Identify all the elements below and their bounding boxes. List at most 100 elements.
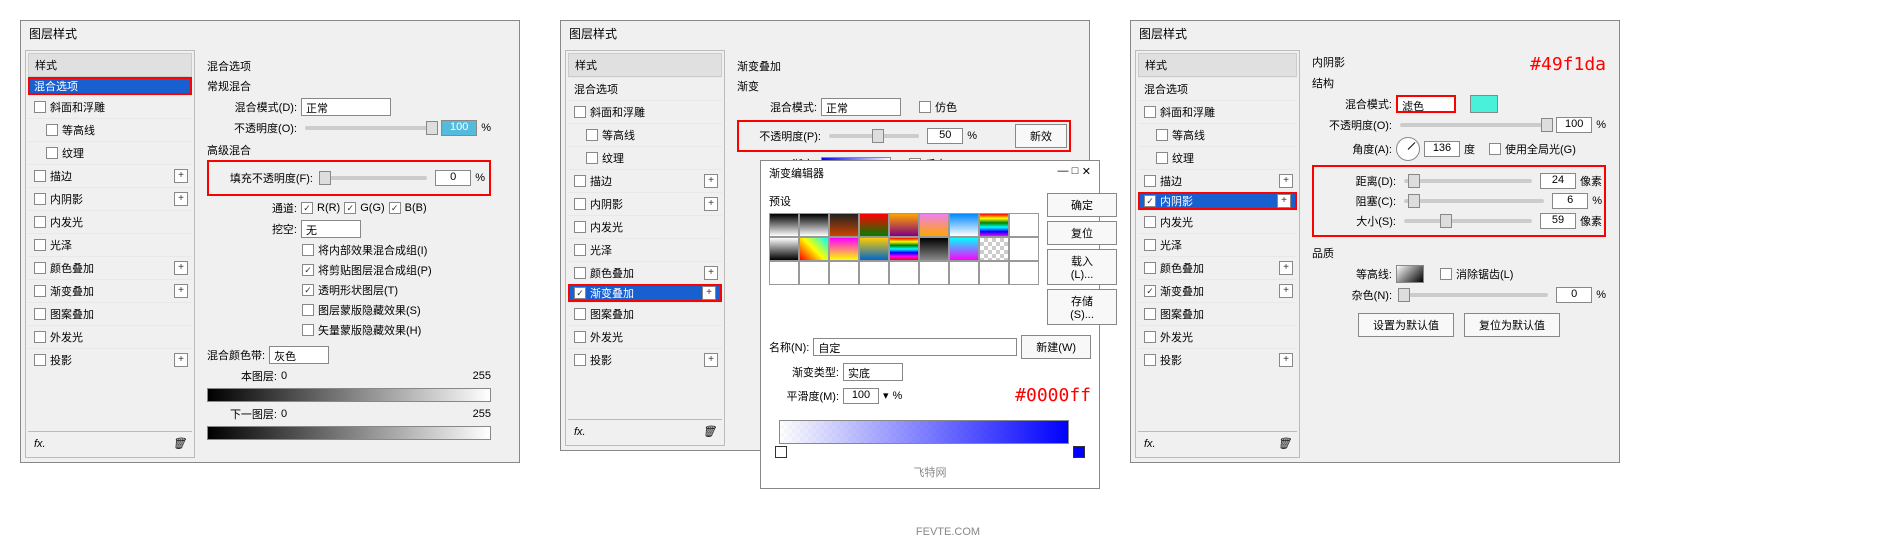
opacity-slider[interactable] bbox=[829, 134, 919, 138]
checkbox[interactable] bbox=[34, 170, 46, 182]
sidebar-item-satin[interactable]: 光泽 bbox=[1138, 233, 1297, 256]
close-icon[interactable]: ✕ bbox=[1082, 165, 1091, 181]
opacity-input[interactable]: 100 bbox=[441, 120, 477, 136]
maximize-icon[interactable]: □ bbox=[1072, 165, 1079, 181]
sidebar-item-pattern-overlay[interactable]: 图案叠加 bbox=[568, 302, 722, 325]
checkbox[interactable] bbox=[34, 239, 46, 251]
dither-checkbox[interactable] bbox=[919, 101, 931, 113]
trash-icon[interactable]: 🗑 bbox=[172, 437, 186, 450]
sidebar-item-outer-glow[interactable]: 外发光 bbox=[28, 325, 192, 348]
trash-icon[interactable]: 🗑 bbox=[702, 425, 716, 438]
checkbox[interactable] bbox=[34, 308, 46, 320]
global-light-checkbox[interactable] bbox=[1489, 143, 1501, 155]
sidebar-item-stroke[interactable]: 描边+ bbox=[28, 164, 192, 187]
sidebar-item-gradient-overlay[interactable]: 渐变叠加+ bbox=[28, 279, 192, 302]
sidebar-item-blend-options[interactable]: 混合选项 bbox=[28, 77, 192, 95]
sidebar-item-outer-glow[interactable]: 外发光 bbox=[1138, 325, 1297, 348]
color-swatch[interactable] bbox=[1470, 95, 1498, 113]
angle-input[interactable]: 136 bbox=[1424, 141, 1460, 157]
preset-grid[interactable] bbox=[769, 213, 1039, 285]
add-icon[interactable]: + bbox=[174, 353, 188, 367]
opacity-input[interactable]: 100 bbox=[1556, 117, 1592, 133]
b-checkbox[interactable] bbox=[389, 202, 401, 214]
checkbox[interactable] bbox=[46, 147, 58, 159]
sidebar-item-inner-shadow[interactable]: 内阴影+ bbox=[1138, 192, 1297, 210]
sidebar-item-drop-shadow[interactable]: 投影+ bbox=[568, 348, 722, 371]
sidebar-item-contour[interactable]: 等高线 bbox=[28, 118, 192, 141]
add-icon[interactable]: + bbox=[174, 192, 188, 206]
sidebar-item-texture[interactable]: 纹理 bbox=[568, 146, 722, 169]
fx-icon[interactable]: fx. bbox=[1144, 438, 1156, 450]
new-effect-button[interactable]: 新效 bbox=[1015, 124, 1067, 148]
sidebar-item-bevel[interactable]: 斜面和浮雕 bbox=[568, 100, 722, 123]
checkbox[interactable] bbox=[34, 331, 46, 343]
antialias-checkbox[interactable] bbox=[1440, 268, 1452, 280]
gradient-bar[interactable] bbox=[779, 420, 1069, 444]
sidebar-item-drop-shadow[interactable]: 投影+ bbox=[1138, 348, 1297, 371]
checkbox[interactable] bbox=[34, 216, 46, 228]
sidebar-item-gradient-overlay[interactable]: 渐变叠加+ bbox=[1138, 279, 1297, 302]
noise-input[interactable]: 0 bbox=[1556, 287, 1592, 303]
sidebar-item-outer-glow[interactable]: 外发光 bbox=[568, 325, 722, 348]
sidebar-item-color-overlay[interactable]: 颜色叠加+ bbox=[568, 261, 722, 284]
blend-mode-select[interactable]: 正常 bbox=[821, 98, 901, 116]
blend-mode-select[interactable]: 滤色 bbox=[1396, 95, 1456, 113]
sidebar-item-contour[interactable]: 等高线 bbox=[568, 123, 722, 146]
choke-input[interactable]: 6 bbox=[1552, 193, 1588, 209]
checkbox[interactable] bbox=[34, 101, 46, 113]
opacity-slider[interactable] bbox=[1400, 123, 1548, 127]
sidebar-item-drop-shadow[interactable]: 投影+ bbox=[28, 348, 192, 371]
opacity-slider[interactable] bbox=[305, 126, 433, 130]
smooth-input[interactable]: 100 bbox=[843, 388, 879, 404]
fill-opacity-input[interactable]: 0 bbox=[435, 170, 471, 186]
blend-if-select[interactable]: 灰色 bbox=[269, 346, 329, 364]
sidebar-item-bevel[interactable]: 斜面和浮雕 bbox=[28, 95, 192, 118]
sidebar-item-color-overlay[interactable]: 颜色叠加+ bbox=[28, 256, 192, 279]
opacity-input[interactable]: 50 bbox=[927, 128, 963, 144]
cancel-button[interactable]: 复位 bbox=[1047, 221, 1117, 245]
checkbox[interactable] bbox=[34, 262, 46, 274]
gradient-type-select[interactable]: 实底 bbox=[843, 363, 903, 381]
sidebar-item-texture[interactable]: 纹理 bbox=[28, 141, 192, 164]
distance-slider[interactable] bbox=[1404, 179, 1532, 183]
ok-button[interactable]: 确定 bbox=[1047, 193, 1117, 217]
blend-mode-select[interactable]: 正常 bbox=[301, 98, 391, 116]
sidebar-item-satin[interactable]: 光泽 bbox=[568, 238, 722, 261]
gradient-stop-right[interactable] bbox=[1073, 446, 1085, 458]
load-button[interactable]: 载入(L)... bbox=[1047, 249, 1117, 285]
save-button[interactable]: 存储(S)... bbox=[1047, 289, 1117, 325]
sidebar-item-blend-options[interactable]: 混合选项 bbox=[1138, 77, 1297, 100]
reset-default-button[interactable]: 复位为默认值 bbox=[1464, 313, 1560, 337]
sidebar-item-pattern-overlay[interactable]: 图案叠加 bbox=[1138, 302, 1297, 325]
gradient-stop-left[interactable] bbox=[775, 446, 787, 458]
choke-slider[interactable] bbox=[1404, 199, 1544, 203]
fx-icon[interactable]: fx. bbox=[574, 426, 586, 438]
sidebar-item-inner-glow[interactable]: 内发光 bbox=[28, 210, 192, 233]
sidebar-item-texture[interactable]: 纹理 bbox=[1138, 146, 1297, 169]
noise-slider[interactable] bbox=[1400, 293, 1548, 297]
add-icon[interactable]: + bbox=[174, 261, 188, 275]
sidebar-item-inner-shadow[interactable]: 内阴影+ bbox=[568, 192, 722, 215]
minimize-icon[interactable]: — bbox=[1057, 165, 1068, 181]
contour-picker[interactable] bbox=[1396, 265, 1424, 283]
sidebar-item-satin[interactable]: 光泽 bbox=[28, 233, 192, 256]
angle-dial[interactable] bbox=[1396, 137, 1420, 161]
add-icon[interactable]: + bbox=[174, 284, 188, 298]
sidebar-item-inner-glow[interactable]: 内发光 bbox=[568, 215, 722, 238]
sidebar-item-gradient-overlay[interactable]: 渐变叠加+ bbox=[568, 284, 722, 302]
this-layer-gradient[interactable] bbox=[207, 388, 491, 402]
checkbox[interactable] bbox=[34, 354, 46, 366]
sidebar-item-inner-shadow[interactable]: 内阴影+ bbox=[28, 187, 192, 210]
sidebar-item-blend-options[interactable]: 混合选项 bbox=[568, 77, 722, 100]
trash-icon[interactable]: 🗑 bbox=[1277, 437, 1291, 450]
sidebar-item-stroke[interactable]: 描边+ bbox=[568, 169, 722, 192]
name-input[interactable]: 自定 bbox=[813, 338, 1017, 356]
fx-icon[interactable]: fx. bbox=[34, 438, 46, 450]
size-slider[interactable] bbox=[1404, 219, 1532, 223]
sidebar-item-pattern-overlay[interactable]: 图案叠加 bbox=[28, 302, 192, 325]
r-checkbox[interactable] bbox=[301, 202, 313, 214]
sidebar-item-color-overlay[interactable]: 颜色叠加+ bbox=[1138, 256, 1297, 279]
g-checkbox[interactable] bbox=[344, 202, 356, 214]
sidebar-item-bevel[interactable]: 斜面和浮雕 bbox=[1138, 100, 1297, 123]
knockout-select[interactable]: 无 bbox=[301, 220, 361, 238]
